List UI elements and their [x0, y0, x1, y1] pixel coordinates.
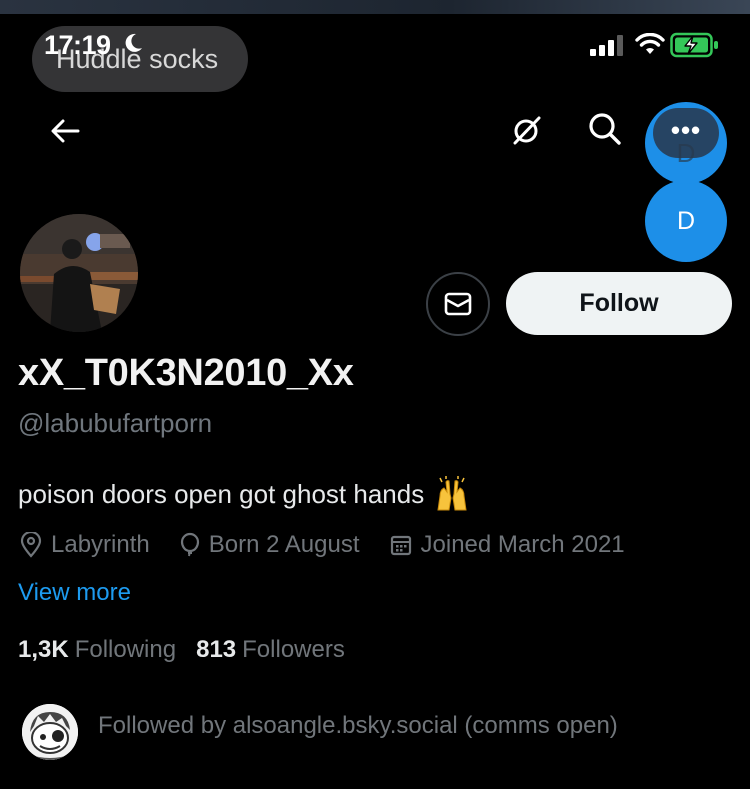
floating-bubble-letter: D	[676, 206, 696, 235]
search-icon	[589, 113, 621, 145]
follow-button[interactable]: Follow	[506, 272, 732, 335]
wifi-icon	[635, 33, 665, 54]
cellular-signal-icon	[590, 35, 623, 56]
location-item: Labyrinth	[20, 531, 150, 559]
message-button[interactable]	[426, 272, 490, 336]
envelope-icon	[444, 292, 472, 316]
following-count: 1,3K	[18, 636, 69, 663]
calendar-icon	[390, 535, 411, 556]
display-name: xX_T0K3N2010_Xx	[18, 352, 354, 394]
location-pin-icon	[20, 532, 42, 558]
mutual-follower-avatar[interactable]	[22, 704, 78, 760]
back-button[interactable]	[42, 108, 88, 154]
birthday-text: Born 2 August	[208, 531, 360, 558]
user-handle: @labubufartporn	[18, 408, 213, 438]
avatar-photo	[20, 214, 138, 332]
location-text: Labyrinth	[51, 531, 150, 558]
profile-avatar[interactable]	[18, 212, 140, 334]
moon-icon	[125, 33, 142, 52]
follow-stats: 1,3K Following 813 Followers	[18, 636, 365, 664]
arrow-left-icon	[51, 119, 80, 143]
followers-count: 813	[196, 636, 237, 663]
followed-by-text[interactable]: Followed by alsoangle.bsky.social (comms…	[98, 712, 618, 740]
grok-icon	[513, 116, 541, 145]
balloon-icon	[180, 532, 199, 557]
following-label: Following	[74, 636, 177, 663]
floating-chat-bubble[interactable]: D	[645, 180, 727, 262]
grok-button[interactable]	[503, 108, 549, 154]
birthday-item: Born 2 August	[180, 531, 360, 559]
followers-stat[interactable]: 813 Followers	[196, 636, 345, 664]
battery-charging-icon	[670, 32, 718, 58]
view-more-link[interactable]: View more	[18, 579, 131, 607]
joined-text: Joined March 2021	[420, 531, 625, 558]
more-dots-icon: •••	[670, 115, 702, 145]
more-options-button[interactable]: •••	[653, 108, 719, 158]
raised-hands-emoji-icon	[437, 476, 467, 511]
status-time: 17:19	[44, 30, 111, 60]
joined-item: Joined March 2021	[390, 531, 625, 559]
profile-bio: poison doors open got ghost hands	[18, 476, 470, 512]
bio-text: poison doors open got ghost hands	[18, 478, 425, 509]
following-stat[interactable]: 1,3K Following	[18, 636, 176, 664]
search-button[interactable]	[582, 106, 628, 152]
top-edge-shade	[0, 0, 750, 14]
profile-meta-row: Labyrinth Born 2 August Joined March 202…	[20, 529, 655, 561]
mutual-avatar-drawing	[22, 704, 78, 760]
followers-label: Followers	[242, 636, 345, 663]
